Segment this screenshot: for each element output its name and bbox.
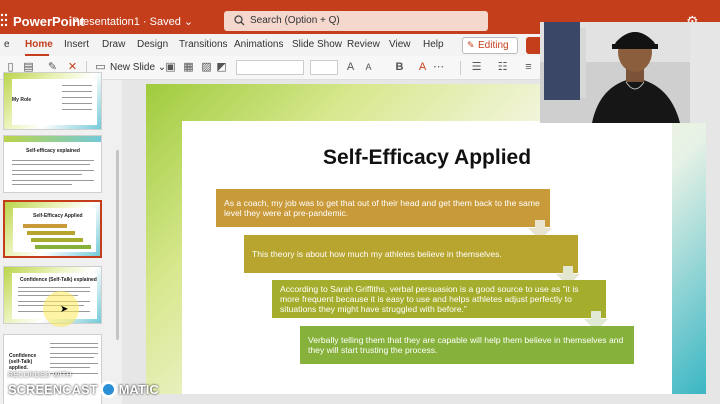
file-menu-partial[interactable]: e [4,39,10,50]
watermark-text-right: MATIC [118,382,159,397]
bullets-icon[interactable]: ☰ [470,61,483,74]
decrease-font-icon[interactable]: A [362,61,375,74]
watermark-text-left: SCREENCAST [8,382,98,397]
process-step-text: Verbally telling them that they are capa… [308,335,624,355]
layout-icon[interactable]: ▦ [182,61,195,74]
more-font-options-icon[interactable]: ⋯ [432,61,445,74]
tab-help[interactable]: Help [423,39,444,50]
thumbnail-title: Confidence (self-Talk) applied. [9,353,37,371]
slide-thumbnail-2[interactable]: Self-efficacy explained [3,135,102,193]
recorder-watermark: SCREENCAST MATIC [8,381,159,398]
pencil-icon: ✎ [467,40,475,50]
process-step-3[interactable]: According to Sarah Griffiths, verbal per… [272,280,606,318]
process-step-4[interactable]: Verbally telling them that they are capa… [300,326,634,364]
slide-thumbnail-3[interactable]: Self-Efficacy Applied [3,200,102,258]
webcam-overlay [540,22,720,123]
shape-icon[interactable]: ◩ [215,61,228,74]
thumbnail-title: My Role [12,97,32,103]
new-slide-button[interactable]: New Slide ⌄ [110,62,166,73]
app-launcher-icon[interactable] [0,12,8,28]
presenter-video [540,22,720,123]
tab-home[interactable]: Home [25,39,53,50]
process-step-text: According to Sarah Griffiths, verbal per… [280,284,579,314]
reuse-slides-icon[interactable]: ▣ [164,61,177,74]
process-step-1[interactable]: As a coach, my job was to get that out o… [216,189,550,227]
step-connector [563,266,573,274]
tab-view[interactable]: View [389,39,411,50]
bold-button[interactable]: B [393,61,406,74]
process-step-text: As a coach, my job was to get that out o… [224,198,540,218]
slide-thumbnail-pane: My Role Self-efficacy explained Self-Eff… [0,72,122,404]
tab-transitions[interactable]: Transitions [179,39,228,50]
toolbar-separator [460,61,461,75]
thumbnail-title: Self-efficacy explained [26,148,80,154]
document-title[interactable]: Presentation1 · Saved ⌄ [72,15,193,28]
recorder-watermark-caption: RECORDED WITH [8,372,72,379]
search-placeholder: Search (Option + Q) [250,15,340,26]
current-slide[interactable]: Self-Efficacy Applied As a coach, my job… [146,84,706,394]
slide-title[interactable]: Self-Efficacy Applied [182,146,672,170]
tab-insert[interactable]: Insert [64,39,89,50]
align-left-icon[interactable]: ≡ [522,61,535,74]
thumbnail-title: Confidence (Self-Talk) explained [20,277,97,283]
thumbnail-scrollbar[interactable] [116,150,119,340]
screencast-logo-icon [99,381,117,398]
step-connector [591,311,601,319]
font-family-select[interactable] [236,60,304,75]
editing-mode-button[interactable]: ✎ Editing ⌄ [462,37,518,62]
mouse-pointer-icon: ➤ [60,304,69,315]
slide-thumbnail-1[interactable]: My Role [3,72,102,130]
font-size-select[interactable] [310,60,338,75]
process-step-2[interactable]: This theory is about how much my athlete… [244,235,578,273]
tab-animations[interactable]: Animations [234,39,283,50]
tab-slide-show[interactable]: Slide Show [292,39,342,50]
numbering-icon[interactable]: ☷ [496,61,509,74]
process-step-text: This theory is about how much my athlete… [252,249,502,259]
thumbnail-title: Self-Efficacy Applied [33,213,83,219]
font-color-button[interactable]: A [416,61,429,74]
tab-review[interactable]: Review [347,39,380,50]
ribbon-tabs: e Home Insert Draw Design Transitions An… [0,34,560,62]
search-icon [234,15,245,26]
tab-draw[interactable]: Draw [102,39,125,50]
image-icon[interactable]: ▨ [200,61,213,74]
increase-font-icon[interactable]: A [344,61,357,74]
search-box[interactable]: Search (Option + Q) [224,11,488,31]
step-connector [535,220,545,228]
tab-design[interactable]: Design [137,39,168,50]
